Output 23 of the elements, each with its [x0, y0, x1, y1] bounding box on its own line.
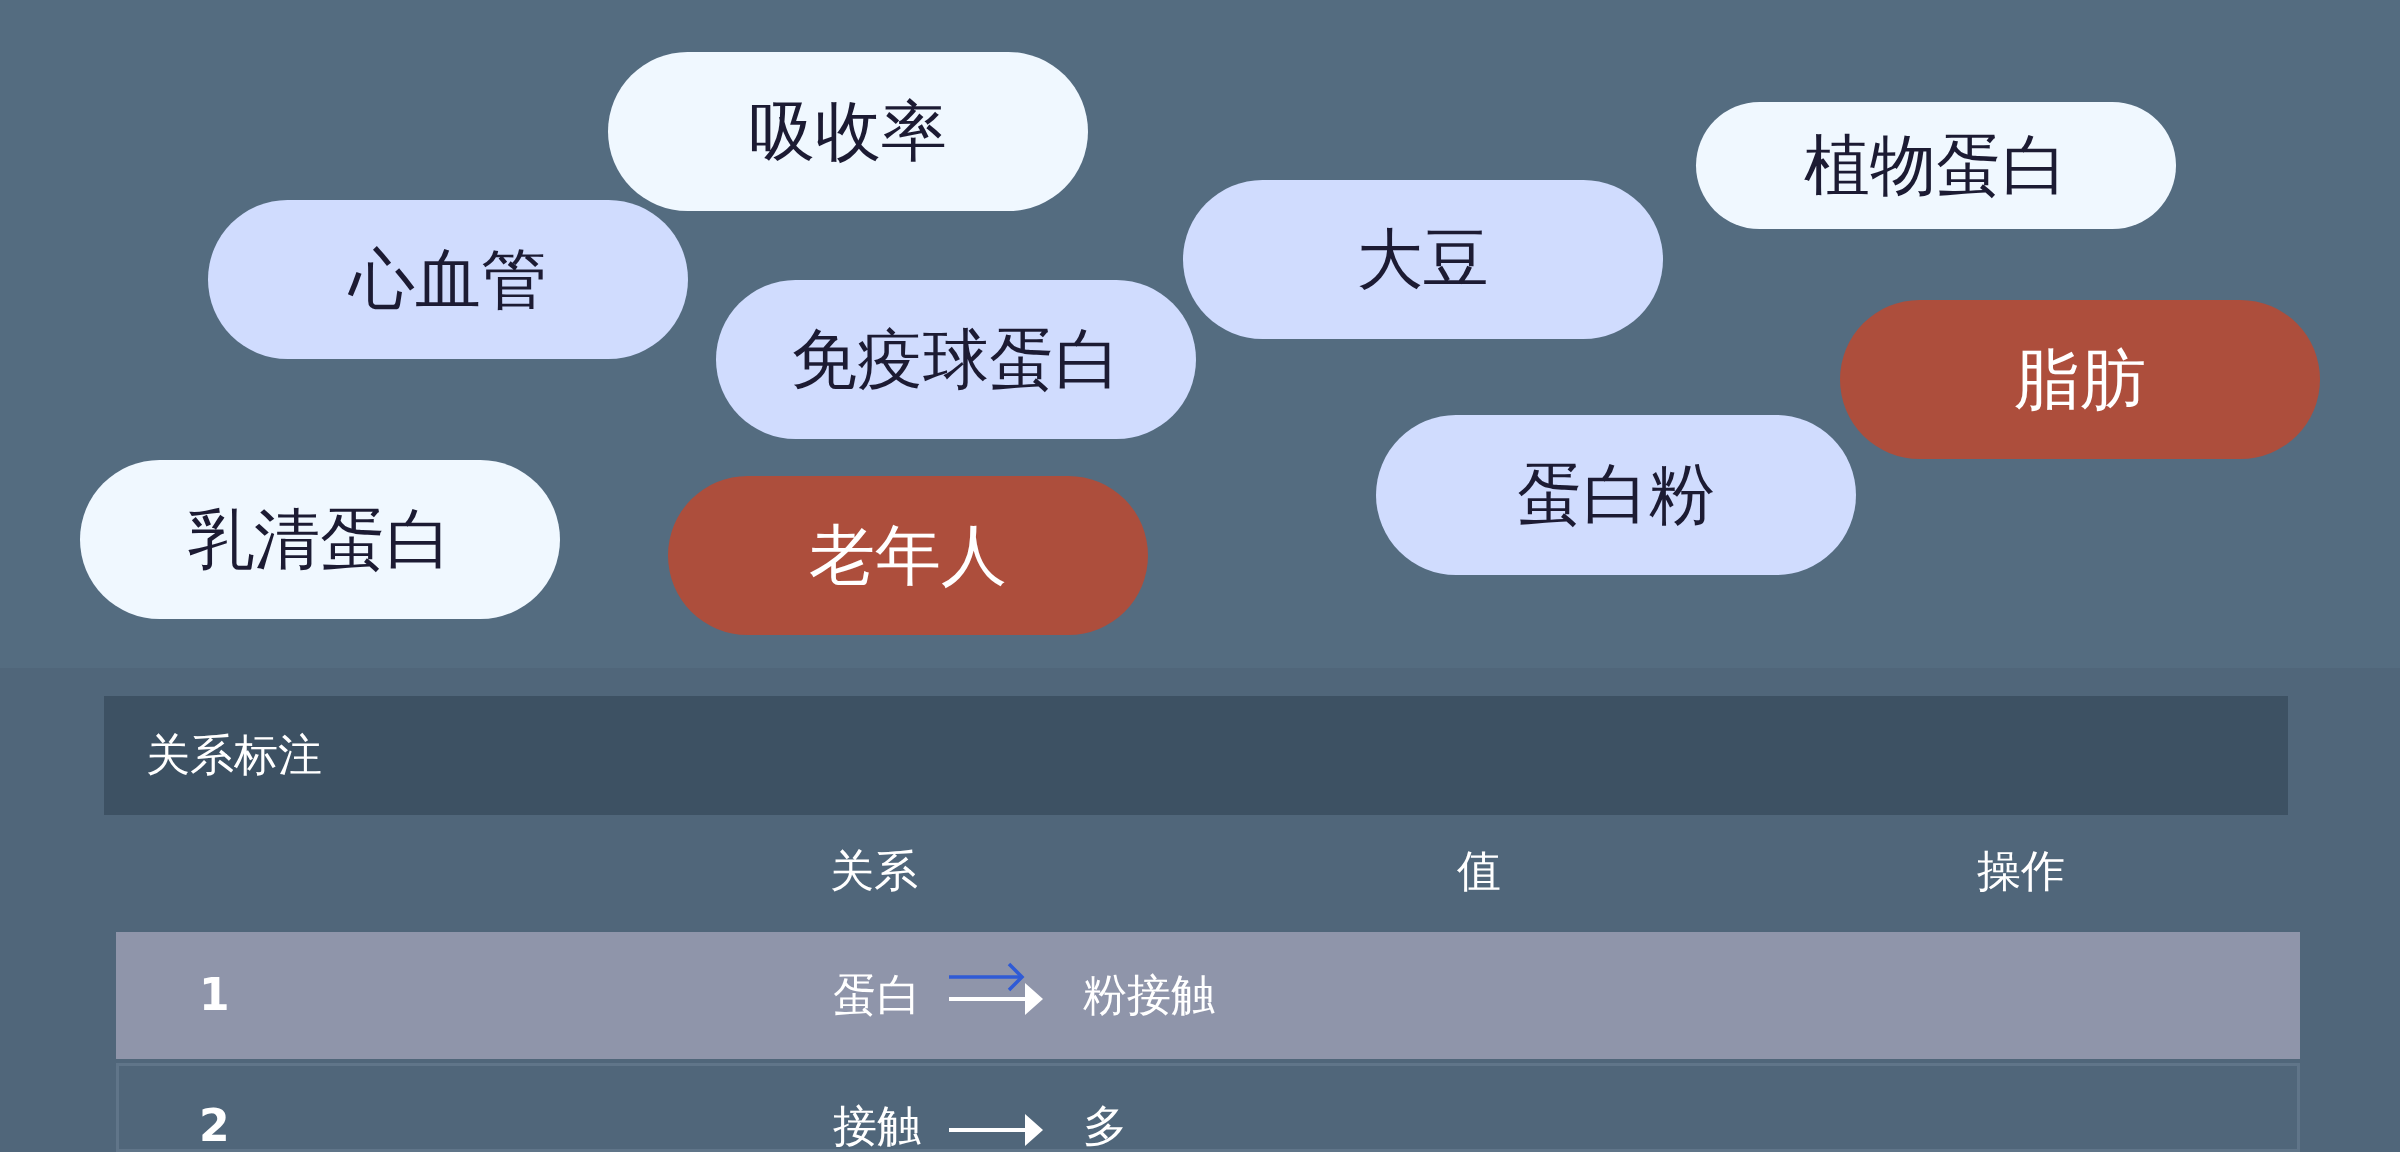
relation-source: 蛋白	[833, 969, 921, 1022]
column-header: 操作	[1977, 845, 2065, 897]
chevron-arrow-icon	[949, 962, 1025, 993]
column-header: 值	[1457, 845, 1501, 897]
panel-title: 关系标注	[146, 729, 322, 782]
entity-tag[interactable]: 蛋白粉	[1376, 415, 1856, 575]
relation-source: 接触	[833, 1100, 921, 1149]
row-number: 1	[199, 969, 230, 1022]
relation-target: 多	[1083, 1100, 1127, 1149]
table-row[interactable]: 2 接触 多	[116, 1063, 2300, 1152]
row-number: 2	[199, 1100, 230, 1149]
entity-tag[interactable]: 乳清蛋白	[80, 460, 560, 619]
column-header: 关系	[830, 845, 918, 897]
relation-target: 粉接触	[1083, 969, 1215, 1022]
arrow-icon	[949, 1114, 1043, 1147]
entity-tag[interactable]: 免疫球蛋白	[716, 280, 1196, 439]
entity-tag[interactable]: 植物蛋白	[1696, 102, 2176, 229]
entity-tag[interactable]: 脂肪	[1840, 300, 2320, 459]
arrow-icon	[949, 983, 1043, 1016]
entity-tag[interactable]: 吸收率	[608, 52, 1088, 211]
entity-tag[interactable]: 大豆	[1183, 180, 1663, 339]
entity-tag[interactable]: 老年人	[668, 476, 1148, 635]
entity-tag[interactable]: 心血管	[208, 200, 688, 359]
